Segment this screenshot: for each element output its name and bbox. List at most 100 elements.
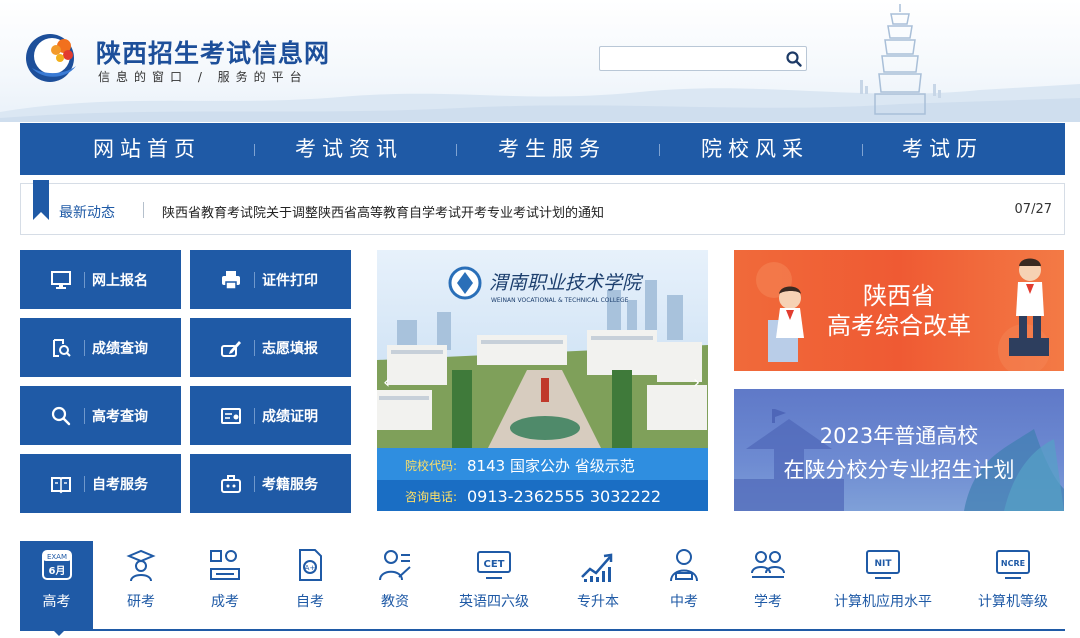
service-divider bbox=[254, 340, 255, 356]
category-computer-application[interactable]: NIT 计算机应用水平 bbox=[830, 541, 936, 631]
category-zhongkao[interactable]: 中考 bbox=[653, 541, 715, 631]
main-nav: 网站首页 考试资讯 考生服务 院校风采 考试历 bbox=[20, 123, 1065, 175]
category-label: 计算机等级 bbox=[978, 594, 1048, 610]
growth-chart-icon bbox=[581, 553, 613, 582]
news-ticker: 最新动态 陕西省教育考试院关于调整陕西省高等教育自学考试开考专业考试计划的通知 … bbox=[20, 180, 1065, 235]
header: 陕西招生考试信息网 信息的窗口 / 服务的平台 bbox=[0, 0, 1080, 122]
category-self-exam[interactable]: A+ 自考 bbox=[279, 541, 341, 631]
service-label: 自考服务 bbox=[92, 477, 148, 493]
service-divider bbox=[84, 408, 85, 424]
college-phone-label: 咨询电话: bbox=[405, 489, 457, 504]
reform-line2: 高考综合改革 bbox=[827, 312, 971, 340]
college-code-value: 8143 国家公办 省级示范 bbox=[467, 457, 635, 475]
service-label: 网上报名 bbox=[92, 273, 148, 289]
reform-line1: 陕西省 bbox=[863, 282, 935, 310]
study-group-icon bbox=[751, 551, 785, 578]
news-date: 07/27 bbox=[1014, 202, 1052, 217]
service-application-fill[interactable]: 志愿填报 bbox=[190, 318, 351, 377]
nav-item-home[interactable]: 网站首页 bbox=[93, 123, 201, 175]
service-label: 高考查询 bbox=[92, 409, 148, 425]
service-divider bbox=[84, 340, 85, 356]
category-label: 高考 bbox=[42, 594, 71, 610]
nav-item-colleges[interactable]: 院校风采 bbox=[701, 123, 809, 175]
nav-item-news[interactable]: 考试资讯 bbox=[295, 123, 403, 175]
service-record[interactable]: 考籍服务 bbox=[190, 454, 351, 513]
service-label: 成绩查询 bbox=[92, 341, 148, 357]
category-label: 研考 bbox=[127, 594, 155, 610]
college-phone-value: 0913-2362555 3032222 bbox=[467, 487, 661, 506]
nav-separator bbox=[862, 144, 863, 156]
college-campus-image: 渭南职业技术学院 WEINAN VOCATIONAL & TECHNICAL C… bbox=[377, 250, 708, 511]
college-name-en: WEINAN VOCATIONAL & TECHNICAL COLLEGE bbox=[491, 297, 629, 304]
category-label: 教资 bbox=[381, 594, 409, 610]
service-divider bbox=[84, 476, 85, 492]
search-input[interactable] bbox=[604, 49, 774, 68]
service-divider bbox=[84, 272, 85, 288]
site-logo[interactable] bbox=[22, 28, 84, 84]
plan-illustration: 2023年普通高校 在陕分校分专业招生计划 bbox=[734, 409, 1064, 511]
carousel-next-icon[interactable]: › bbox=[693, 372, 700, 393]
service-score-certificate[interactable]: 成绩证明 bbox=[190, 386, 351, 445]
category-label: 自考 bbox=[296, 594, 324, 610]
service-gaokao-query[interactable]: 高考查询 bbox=[20, 386, 181, 445]
category-label: 成考 bbox=[211, 594, 239, 610]
printer-icon bbox=[222, 271, 240, 290]
nav-separator bbox=[254, 144, 255, 156]
service-label: 志愿填报 bbox=[262, 341, 318, 357]
briefcase-icon bbox=[221, 475, 241, 493]
page: 陕西招生考试信息网 信息的窗口 / 服务的平台 网站首页 考试资讯 考生服务 院… bbox=[0, 0, 1080, 638]
nav-item-services[interactable]: 考生服务 bbox=[498, 123, 606, 175]
monitor-icon bbox=[51, 271, 71, 289]
bookmark-icon bbox=[33, 180, 49, 220]
category-label: 专升本 bbox=[577, 594, 619, 610]
exam-badge-month: 6月 bbox=[48, 565, 65, 577]
news-headline-link[interactable]: 陕西省教育考试院关于调整陕西省高等教育自学考试开考专业考试计划的通知 bbox=[162, 202, 604, 221]
category-xuekao[interactable]: 学考 bbox=[737, 541, 799, 631]
category-postgrad[interactable]: 研考 bbox=[110, 541, 172, 631]
pen-form-icon bbox=[221, 341, 241, 357]
adult-exam-icon bbox=[210, 550, 240, 580]
carousel-prev-icon[interactable]: ‹ bbox=[383, 372, 390, 393]
nav-item-calendar[interactable]: 考试历 bbox=[902, 123, 983, 175]
service-score-query[interactable]: 成绩查询 bbox=[20, 318, 181, 377]
enrollment-plan-banner[interactable]: 2023年普通高校 在陕分校分专业招生计划 bbox=[734, 389, 1064, 511]
gaokao-reform-banner[interactable]: 陕西省 高考综合改革 bbox=[734, 250, 1064, 371]
category-adult-exam[interactable]: 成考 bbox=[194, 541, 256, 631]
ncre-badge: NCRE bbox=[1001, 559, 1025, 568]
search-icon bbox=[51, 406, 71, 426]
news-label: 最新动态 bbox=[59, 205, 115, 221]
teacher-icon bbox=[379, 550, 411, 581]
category-teacher-cert[interactable]: 教资 bbox=[364, 541, 426, 631]
plan-line1: 2023年普通高校 bbox=[820, 424, 978, 448]
nav-separator bbox=[659, 144, 660, 156]
ncre-icon: NCRE bbox=[996, 550, 1030, 579]
nit-icon: NIT bbox=[866, 550, 900, 579]
service-self-exam[interactable]: 自考服务 bbox=[20, 454, 181, 513]
calendar-exam-icon: EXAM 6月 bbox=[41, 550, 72, 580]
site-slogan: 信息的窗口 / 服务的平台 bbox=[98, 70, 308, 84]
category-label: 计算机应用水平 bbox=[834, 594, 932, 610]
category-upgrade[interactable]: 专升本 bbox=[567, 541, 629, 631]
site-title: 陕西招生考试信息网 bbox=[96, 39, 331, 68]
svg-text:A+: A+ bbox=[305, 564, 316, 572]
active-category-pointer bbox=[52, 629, 66, 636]
service-label: 证件打印 bbox=[262, 273, 318, 289]
category-computer-grade[interactable]: NCRE 计算机等级 bbox=[972, 541, 1054, 631]
category-underline bbox=[20, 629, 1065, 631]
category-label: 中考 bbox=[670, 594, 698, 610]
service-online-registration[interactable]: 网上报名 bbox=[20, 250, 181, 309]
plan-line2: 在陕分校分专业招生计划 bbox=[784, 458, 1015, 482]
college-banner[interactable]: 渭南职业技术学院 WEINAN VOCATIONAL & TECHNICAL C… bbox=[377, 250, 708, 511]
certificate-icon bbox=[221, 408, 241, 424]
category-label: 学考 bbox=[754, 594, 782, 610]
service-divider bbox=[254, 408, 255, 424]
college-name: 渭南职业技术学院 bbox=[489, 272, 644, 294]
cet-icon: CET bbox=[477, 551, 511, 579]
search-icon[interactable] bbox=[784, 49, 804, 69]
category-gaokao[interactable]: EXAM 6月 高考 bbox=[20, 541, 93, 631]
reform-illustration: 陕西省 高考综合改革 bbox=[756, 258, 1050, 371]
category-cet[interactable]: CET 英语四六级 bbox=[452, 541, 536, 631]
service-certificate-print[interactable]: 证件打印 bbox=[190, 250, 351, 309]
document-icon: A+ bbox=[299, 549, 322, 581]
search-box bbox=[599, 46, 807, 71]
